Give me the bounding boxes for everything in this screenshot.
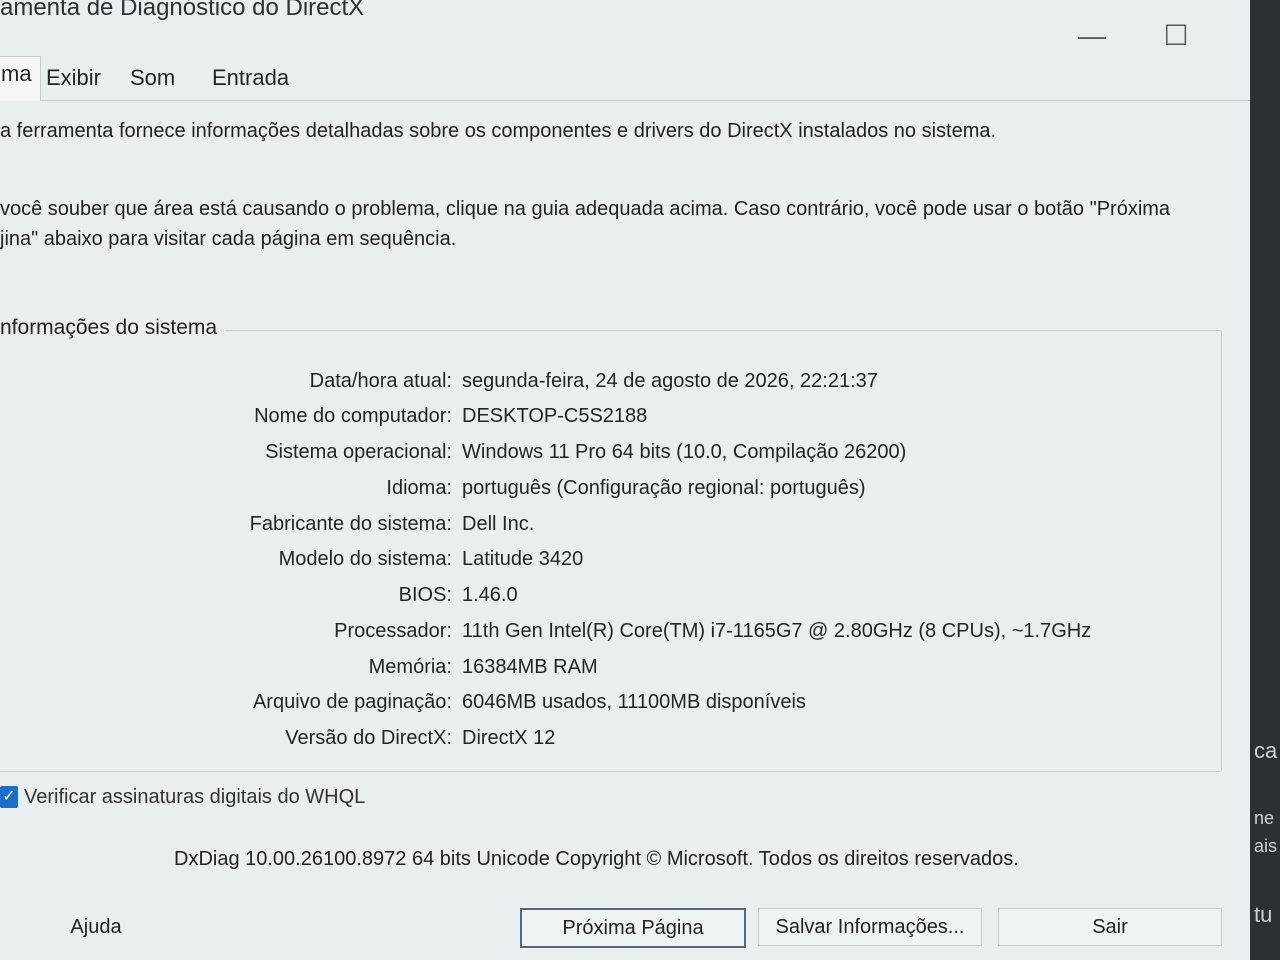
- info-row: Versão do DirectX: DirectX 12: [0, 727, 1200, 757]
- tab-som[interactable]: Som: [122, 60, 183, 96]
- info-row: Nome do computador: DESKTOP-C5S2188: [0, 405, 1200, 435]
- background-text-fragment: ca: [1254, 738, 1278, 763]
- info-row: Data/hora atual: segunda-feira, 24 de ag…: [0, 370, 1200, 400]
- title-bar: ramenta de Diagnóstico do DirectX — ☐ ✕: [0, 0, 1250, 51]
- info-value: Latitude 3420: [462, 548, 584, 570]
- info-label: Versão do DirectX:: [285, 727, 452, 749]
- close-button[interactable]: ✕: [1240, 18, 1250, 54]
- info-label: Nome do computador:: [254, 405, 452, 427]
- info-row: BIOS: 1.46.0: [0, 584, 1200, 614]
- info-label: Idioma:: [386, 477, 452, 499]
- info-row: Modelo do sistema: Latitude 3420: [0, 548, 1200, 578]
- maximize-button[interactable]: ☐: [1156, 18, 1196, 54]
- whql-checkbox-label[interactable]: Verificar assinaturas digitais do WHQL: [24, 786, 365, 809]
- info-value: 6046MB usados, 11100MB disponíveis: [462, 691, 806, 713]
- intro-line-1: a ferramenta fornece informações detalha…: [0, 120, 997, 142]
- next-page-button[interactable]: Próxima Página: [520, 908, 746, 948]
- save-info-button[interactable]: Salvar Informações...: [758, 908, 982, 946]
- info-value: 16384MB RAM: [462, 656, 598, 678]
- info-label: Arquivo de paginação:: [252, 691, 452, 713]
- tab-exibir[interactable]: Exibir: [38, 60, 109, 96]
- info-value: segunda-feira, 24 de agosto de 2026, 22:…: [462, 370, 878, 392]
- exit-button[interactable]: Sair: [998, 908, 1222, 946]
- info-row: Fabricante do sistema: Dell Inc.: [0, 513, 1200, 543]
- info-value: 11th Gen Intel(R) Core(TM) i7-1165G7 @ 2…: [462, 620, 1092, 642]
- info-label: BIOS:: [398, 584, 452, 606]
- info-value: 1.46.0: [462, 584, 518, 606]
- dxdiag-window: ramenta de Diagnóstico do DirectX — ☐ ✕ …: [0, 0, 1250, 960]
- system-info-title: nformações do sistema: [0, 316, 226, 340]
- tab-sistema[interactable]: ma: [0, 56, 41, 101]
- info-value: DirectX 12: [462, 727, 556, 749]
- copyright-text: DxDiag 10.00.26100.8972 64 bits Unicode …: [174, 848, 1019, 870]
- background-window-edge: ca ne ais tu: [1250, 0, 1280, 960]
- info-row: Sistema operacional: Windows 11 Pro 64 b…: [0, 441, 1200, 471]
- info-row: Memória: 16384MB RAM: [0, 656, 1200, 686]
- info-row: Idioma: português (Configuração regional…: [0, 477, 1200, 507]
- info-value: Dell Inc.: [462, 513, 535, 535]
- tab-strip: ma Exibir Som Entrada: [0, 56, 1250, 101]
- intro-line-3: jina" abaixo para visitar cada página em…: [0, 228, 457, 250]
- tab-entrada[interactable]: Entrada: [204, 60, 297, 96]
- background-text-fragment: ais: [1254, 836, 1278, 856]
- info-label: Data/hora atual:: [309, 370, 452, 392]
- info-label: Sistema operacional:: [265, 441, 452, 463]
- info-label: Memória:: [368, 656, 452, 678]
- info-value: português (Configuração regional: portug…: [462, 477, 866, 499]
- info-label: Modelo do sistema:: [278, 548, 452, 570]
- minimize-button[interactable]: —: [1072, 18, 1112, 54]
- window-title: ramenta de Diagnóstico do DirectX: [0, 0, 365, 21]
- info-row: Processador: 11th Gen Intel(R) Core(TM) …: [0, 620, 1200, 650]
- info-value: Windows 11 Pro 64 bits (10.0, Compilação…: [462, 441, 907, 463]
- info-label: Processador:: [334, 620, 452, 642]
- help-button[interactable]: Ajuda: [20, 908, 172, 946]
- background-text-fragment: tu: [1254, 902, 1273, 927]
- whql-checkbox[interactable]: ✓: [0, 786, 18, 808]
- info-label: Fabricante do sistema:: [249, 513, 452, 535]
- info-value: DESKTOP-C5S2188: [462, 405, 648, 427]
- background-text-fragment: ne: [1254, 808, 1275, 828]
- info-row: Arquivo de paginação: 6046MB usados, 111…: [0, 691, 1200, 721]
- intro-line-2: você souber que área está causando o pro…: [0, 198, 1171, 220]
